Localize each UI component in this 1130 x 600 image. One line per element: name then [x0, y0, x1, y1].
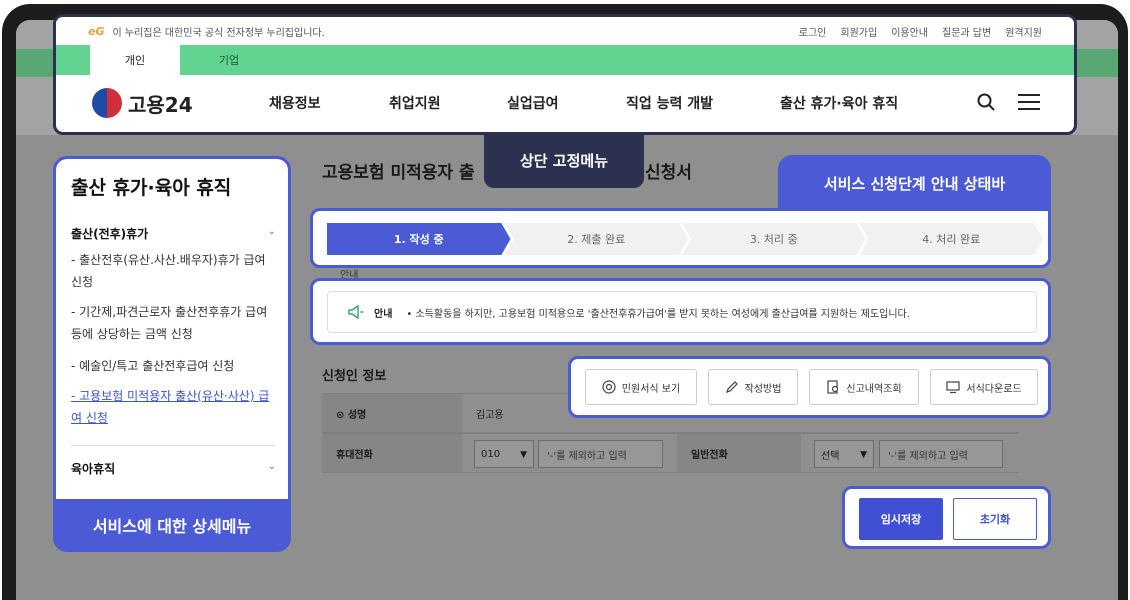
chevron-down-icon[interactable]: ⌄ [268, 226, 276, 237]
side-item-maternity-benefit[interactable]: - 출산전후(유산.사산.배우자)휴가 급여 신청 [71, 249, 276, 293]
view-form-button[interactable]: 민원서식 보기 [585, 369, 697, 405]
side-menu-callout: 서비스에 대한 상세메뉴 [92, 517, 252, 536]
remote-support-link[interactable]: 원격지원 [1005, 24, 1042, 39]
site-logo[interactable]: 고용24 [92, 88, 193, 118]
step-submitted: 2. 제출 완료 [504, 223, 688, 255]
taegeuk-icon [92, 88, 122, 118]
nav-item-parental-leave[interactable]: 출산 휴가·육아 휴직 [780, 93, 898, 113]
side-menu-panel: 출산 휴가·육아 휴직 출산(전후)휴가 ⌄ - 출산전후(유산.사산.배우자)… [56, 159, 288, 499]
how-to-write-label: 작성방법 [744, 383, 782, 395]
phone-prefix-select[interactable]: 선택 ▼ [814, 440, 874, 468]
top-fixed-menu: eG 이 누리집은 대한민국 공식 전자정부 누리집입니다. 로그인 회원가입 … [53, 14, 1077, 135]
nav-item-employment-support[interactable]: 취업지원 [389, 93, 441, 113]
temp-save-button[interactable]: 임시저장 [859, 498, 943, 540]
report-history-button[interactable]: 신고내역조회 [809, 369, 919, 405]
side-group-maternity[interactable]: 출산(전후)휴가 [71, 225, 148, 242]
pencil-icon [725, 381, 738, 393]
view-form-label: 민원서식 보기 [621, 383, 681, 395]
how-to-write-button[interactable]: 작성방법 [708, 369, 798, 405]
search-icon[interactable] [976, 92, 996, 112]
top-menu-callout: 상단 고정메뉴 [484, 132, 644, 188]
notice-text: • 소득활동을 하지만, 고용보험 미적용으로 '출산전후휴가급여'를 받지 못… [406, 308, 910, 320]
qna-link[interactable]: 질문과 답변 [942, 24, 991, 39]
chevron-down-icon: ▼ [860, 450, 867, 460]
phone-prefix-value: 선택 [821, 450, 840, 462]
chevron-down-icon[interactable]: ⌄ [268, 461, 276, 472]
tab-personal[interactable]: 개인 [90, 45, 180, 75]
side-item-artist[interactable]: - 예술인/특고 출산전후급여 신청 [71, 355, 276, 377]
tab-business[interactable]: 기업 [184, 45, 274, 75]
side-item-contract-worker[interactable]: - 기간제,파견근로자 출산전후휴가 급여등에 상당하는 금액 신청 [71, 301, 276, 345]
mobile-input[interactable]: '-'를 제외하고 입력 [538, 440, 663, 468]
chevron-down-icon: ▼ [520, 450, 527, 460]
side-menu: 출산 휴가·육아 휴직 출산(전후)휴가 ⌄ - 출산전후(유산.사산.배우자)… [53, 156, 291, 552]
mobile-prefix-value: 010 [481, 448, 501, 460]
phone-label: 일반전화 [677, 434, 801, 472]
download-form-label: 서식다운로드 [966, 383, 1022, 395]
gov-notice-bar: eG 이 누리집은 대한민국 공식 전자정부 누리집입니다. 로그인 회원가입 … [56, 17, 1074, 45]
main-nav: 고용24 채용정보 취업지원 실업급여 직업 능력 개발 출산 휴가·육아 휴직 [56, 75, 1074, 132]
document-search-icon [827, 380, 839, 394]
name-value: 김고용 [476, 410, 504, 421]
notice-panel: 안내 • 소득활동을 하지만, 고용보험 미적용으로 '출산전후휴가급여'를 받… [310, 278, 1051, 345]
page-title-suffix: 신청서 [645, 163, 692, 183]
monitor-icon [946, 381, 960, 394]
audience-tabs: 개인 기업 [56, 45, 1074, 75]
login-link[interactable]: 로그인 [799, 24, 827, 39]
gov-notice-text: 이 누리집은 대한민국 공식 전자정부 누리집입니다. [112, 27, 325, 39]
step-processing: 3. 처리 중 [682, 223, 866, 255]
at-sign-icon [602, 380, 616, 394]
mobile-prefix-select[interactable]: 010 ▼ [474, 440, 534, 468]
phone-input[interactable]: '-'를 제외하고 입력 [879, 440, 1003, 468]
notice-label: 안내 [374, 308, 393, 320]
report-history-label: 신고내역조회 [846, 383, 902, 395]
utility-links: 로그인 회원가입 이용안내 질문과 답변 원격지원 [799, 24, 1042, 39]
step-writing: 1. 작성 중 [327, 223, 511, 255]
download-form-button[interactable]: 서식다운로드 [930, 369, 1038, 405]
notice-box: 안내 • 소득활동을 하지만, 고용보험 미적용으로 '출산전후휴가급여'를 받… [327, 291, 1037, 333]
divider [71, 445, 275, 446]
side-item-uninsured[interactable]: - 고용보험 미적용자 출산(유산·사산) 급여 신청 [71, 385, 276, 429]
logo-text: 고용24 [128, 92, 193, 117]
megaphone-icon [348, 305, 363, 319]
mobile-label: 휴대전화 [322, 434, 462, 472]
applicant-section-title: 신청인 정보 [322, 369, 387, 384]
form-buttons: 임시저장 초기화 [842, 486, 1051, 549]
egov-logo: eG [88, 24, 105, 38]
reset-button[interactable]: 초기화 [953, 498, 1037, 540]
action-buttons: 민원서식 보기 작성방법 신고내역조회 서식다운로드 [568, 356, 1051, 418]
nav-item-jobs[interactable]: 채용정보 [269, 93, 321, 113]
status-bar-callout: 서비스 신청단계 안내 상태바 [778, 155, 1051, 211]
nav-item-skills[interactable]: 직업 능력 개발 [626, 93, 713, 113]
step-completed: 4. 처리 완료 [859, 223, 1043, 255]
application-status-bar: 1. 작성 중 2. 제출 완료 3. 처리 중 4. 처리 완료 [310, 208, 1051, 268]
guide-link[interactable]: 이용안내 [891, 24, 928, 39]
hamburger-icon[interactable] [1018, 94, 1040, 110]
progress-steps: 1. 작성 중 2. 제출 완료 3. 처리 중 4. 처리 완료 [327, 223, 1043, 255]
nav-item-unemployment-benefit[interactable]: 실업급여 [507, 93, 559, 113]
side-group-parental-leave[interactable]: 육아휴직 [71, 460, 115, 477]
name-label: ⊙ 성명 [322, 394, 462, 432]
signup-link[interactable]: 회원가입 [840, 24, 877, 39]
side-menu-title: 출산 휴가·육아 휴직 [71, 177, 232, 199]
table-row: 휴대전화 010 ▼ '-'를 제외하고 입력 일반전화 선택 ▼ '-'를 제외하… [322, 433, 1019, 473]
page-title: 고용보험 미적용자 출 [322, 163, 475, 183]
